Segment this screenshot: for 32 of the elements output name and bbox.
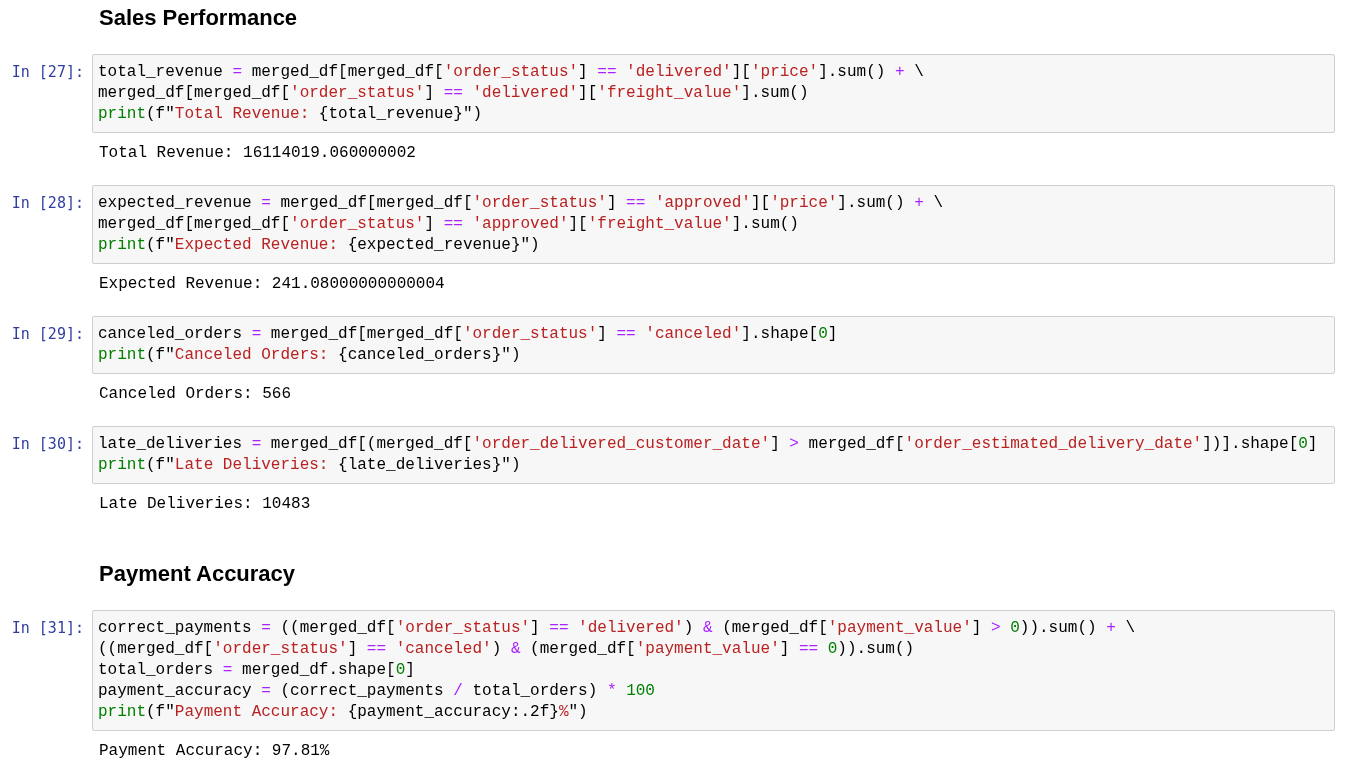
code-line: print(f"Late Deliveries: {late_deliveries}") bbox=[98, 455, 522, 476]
code-line: ((merged_df['order_status'] == 'canceled') & (merged_df['payment_value'] == 0)).sum() bbox=[98, 639, 916, 660]
code-line: payment_accuracy = (correct_payments / total_orders) * 100 bbox=[98, 681, 656, 702]
cell-output: Total Revenue: 16114019.060000002 bbox=[99, 143, 416, 164]
code-line: merged_df[merged_df['order_status'] == 'approved']['freight_value'].sum() bbox=[98, 214, 800, 235]
cell-output: Expected Revenue: 241.08000000000004 bbox=[99, 274, 445, 295]
cell-output: Canceled Orders: 566 bbox=[99, 384, 292, 405]
code-line: correct_payments = ((merged_df['order_status'] == 'delivered') & (merged_df['payment_value'] > 0)).sum() + \ bbox=[98, 618, 1137, 639]
code-line: late_deliveries = merged_df[(merged_df['order_delivered_customer_date'] > merged_df['order_estimated_delivery_date'])].shape[0] bbox=[98, 434, 1319, 455]
cell-prompt: In [29]: bbox=[10, 324, 84, 345]
code-line: print(f"Payment Accuracy: {payment_accuracy:.2f}%") bbox=[98, 702, 589, 723]
cell-prompt: In [31]: bbox=[10, 618, 84, 639]
code-cell[interactable] bbox=[92, 610, 1335, 731]
code-line: print(f"Expected Revenue: {expected_revenue}") bbox=[98, 235, 541, 256]
section-heading: Payment Accuracy bbox=[99, 560, 297, 588]
code-line: expected_revenue = merged_df[merged_df['order_status'] == 'approved']['price'].sum() + \ bbox=[98, 193, 944, 214]
section-heading: Sales Performance bbox=[99, 4, 299, 32]
code-line: print(f"Total Revenue: {total_revenue}") bbox=[98, 104, 484, 125]
code-cell[interactable] bbox=[92, 185, 1335, 264]
cell-prompt: In [30]: bbox=[10, 434, 84, 455]
cell-output: Payment Accuracy: 97.81% bbox=[99, 741, 330, 762]
cell-prompt: In [27]: bbox=[10, 62, 84, 83]
code-cell[interactable] bbox=[92, 54, 1335, 133]
code-line: merged_df[merged_df['order_status'] == 'delivered']['freight_value'].sum() bbox=[98, 83, 810, 104]
cell-prompt: In [28]: bbox=[10, 193, 84, 214]
code-line: canceled_orders = merged_df[merged_df['order_status'] == 'canceled'].shape[0] bbox=[98, 324, 839, 345]
code-line: total_orders = merged_df.shape[0] bbox=[98, 660, 416, 681]
cell-output: Late Deliveries: 10483 bbox=[99, 494, 311, 515]
code-line: total_revenue = merged_df[merged_df['order_status'] == 'delivered']['price'].sum() + \ bbox=[98, 62, 925, 83]
code-cell[interactable]: late_deliveries = merged_df[(merged_df['order_delivered_customer_date'] > merged_df['order_estimated_delivery_date'])].shape[0] print(f"Late Deliveries: {late_deliveries}") bbox=[92, 426, 1335, 484]
code-line: print(f"Canceled Orders: {canceled_orders}") bbox=[98, 345, 522, 366]
code-cell[interactable]: canceled_orders = merged_df[merged_df['order_status'] == 'canceled'].shape[0] print(f"Canceled Orders: {canceled_orders}") bbox=[92, 316, 1335, 374]
